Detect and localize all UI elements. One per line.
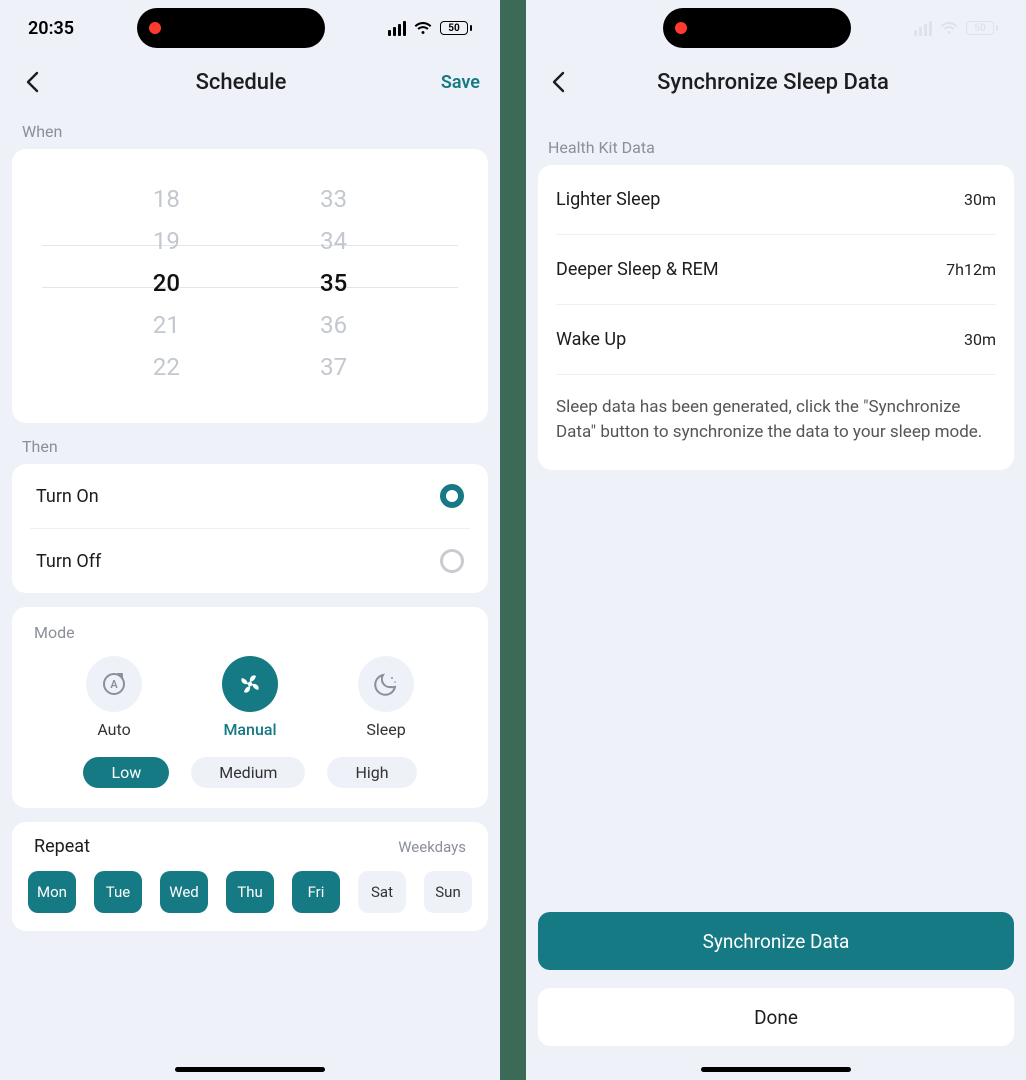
fan-icon <box>222 656 278 712</box>
row-value: 30m <box>964 330 996 349</box>
minute-option[interactable]: 33 <box>320 179 347 219</box>
day-sun[interactable]: Sun <box>424 871 472 913</box>
back-button[interactable] <box>14 64 50 100</box>
battery-icon: 50 <box>440 21 472 35</box>
hour-option[interactable]: 21 <box>153 305 180 345</box>
lighter-sleep-row: Lighter Sleep 30m <box>556 165 996 235</box>
speed-low[interactable]: Low <box>83 757 169 788</box>
nav-bar: Synchronize Sleep Data <box>526 56 1026 108</box>
save-button[interactable]: Save <box>432 72 480 93</box>
minute-option-selected[interactable]: 35 <box>320 263 347 303</box>
repeat-summary: Weekdays <box>398 838 466 856</box>
status-time: 20:35 <box>28 18 74 39</box>
turn-off-label: Turn Off <box>36 551 101 572</box>
mode-sleep[interactable]: Sleep <box>358 656 414 739</box>
day-selector: Mon Tue Wed Thu Fri Sat Sun <box>28 871 472 917</box>
mode-auto[interactable]: A Auto <box>86 656 142 739</box>
speed-selector: Low Medium High <box>28 757 472 794</box>
sync-note: Sleep data has been generated, click the… <box>556 375 996 470</box>
mode-manual[interactable]: Manual <box>222 656 278 739</box>
hour-option[interactable]: 19 <box>153 221 180 261</box>
status-bar: 20:35 50 <box>526 0 1026 56</box>
phone-schedule: 20:35 50 Schedule Save When <box>0 0 500 1080</box>
row-value: 7h12m <box>946 260 996 279</box>
time-picker[interactable]: 18 19 20 21 22 33 34 35 36 37 <box>28 163 472 409</box>
status-indicators: 50 <box>388 21 472 36</box>
row-label: Wake Up <box>556 329 626 350</box>
action-card: Turn On Turn Off <box>12 464 488 593</box>
mode-card: Mode A Auto Manual <box>12 607 488 808</box>
cellular-icon <box>914 21 932 36</box>
sleep-data-card: Lighter Sleep 30m Deeper Sleep & REM 7h1… <box>538 165 1014 470</box>
dynamic-island <box>137 8 325 48</box>
when-label: When <box>0 108 500 149</box>
wifi-icon <box>414 21 432 35</box>
wifi-icon <box>940 21 958 35</box>
recording-dot-icon <box>675 22 687 34</box>
done-button[interactable]: Done <box>538 988 1014 1046</box>
day-sat[interactable]: Sat <box>358 871 406 913</box>
svg-text:A: A <box>110 678 118 691</box>
day-wed[interactable]: Wed <box>160 871 208 913</box>
cellular-icon <box>388 21 406 36</box>
hour-option[interactable]: 22 <box>153 347 180 387</box>
deeper-sleep-row: Deeper Sleep & REM 7h12m <box>556 235 996 305</box>
mode-sleep-label: Sleep <box>366 720 405 739</box>
chevron-left-icon <box>25 71 39 93</box>
day-fri[interactable]: Fri <box>292 871 340 913</box>
home-indicator[interactable] <box>701 1067 851 1072</box>
day-tue[interactable]: Tue <box>94 871 142 913</box>
row-value: 30m <box>964 190 996 209</box>
status-indicators: 50 <box>914 21 998 36</box>
time-picker-card: 18 19 20 21 22 33 34 35 36 37 <box>12 149 488 423</box>
hour-option[interactable]: 18 <box>153 179 180 219</box>
healthkit-label: Health Kit Data <box>526 108 1026 165</box>
recording-dot-icon <box>149 22 161 34</box>
page-title: Synchronize Sleep Data <box>576 70 970 95</box>
row-label: Lighter Sleep <box>556 189 660 210</box>
status-time: 20:35 <box>554 18 600 39</box>
day-thu[interactable]: Thu <box>226 871 274 913</box>
day-mon[interactable]: Mon <box>28 871 76 913</box>
phone-sync-sleep: 20:35 50 Synchronize Sleep Data Health K… <box>526 0 1026 1080</box>
battery-icon: 50 <box>966 21 998 35</box>
turn-on-row[interactable]: Turn On <box>30 464 470 529</box>
mode-section-label: Mode <box>28 623 472 656</box>
home-indicator[interactable] <box>175 1067 325 1072</box>
minute-column[interactable]: 33 34 35 36 37 <box>320 179 347 387</box>
minute-option[interactable]: 37 <box>320 347 347 387</box>
mode-auto-label: Auto <box>97 720 130 739</box>
wake-up-row: Wake Up 30m <box>556 305 996 375</box>
repeat-card: Repeat Weekdays Mon Tue Wed Thu Fri Sat … <box>12 822 488 931</box>
hour-option-selected[interactable]: 20 <box>153 263 180 303</box>
page-title: Schedule <box>50 70 432 95</box>
nav-bar: Schedule Save <box>0 56 500 108</box>
mode-manual-label: Manual <box>223 720 276 739</box>
speed-high[interactable]: High <box>327 757 416 788</box>
back-button[interactable] <box>540 64 576 100</box>
radio-unselected-icon <box>440 549 464 573</box>
hour-column[interactable]: 18 19 20 21 22 <box>153 179 180 387</box>
turn-off-row[interactable]: Turn Off <box>30 529 470 593</box>
chevron-left-icon <box>551 71 565 93</box>
minute-option[interactable]: 36 <box>320 305 347 345</box>
radio-selected-icon <box>440 484 464 508</box>
speed-medium[interactable]: Medium <box>191 757 305 788</box>
then-label: Then <box>0 423 500 464</box>
moon-icon <box>358 656 414 712</box>
repeat-title: Repeat <box>34 836 90 857</box>
row-label: Deeper Sleep & REM <box>556 259 719 280</box>
dynamic-island <box>663 8 851 48</box>
auto-icon: A <box>86 656 142 712</box>
status-bar: 20:35 50 <box>0 0 500 56</box>
turn-on-label: Turn On <box>36 486 99 507</box>
minute-option[interactable]: 34 <box>320 221 347 261</box>
bottom-actions: Synchronize Data Done <box>526 912 1026 1046</box>
synchronize-button[interactable]: Synchronize Data <box>538 912 1014 970</box>
